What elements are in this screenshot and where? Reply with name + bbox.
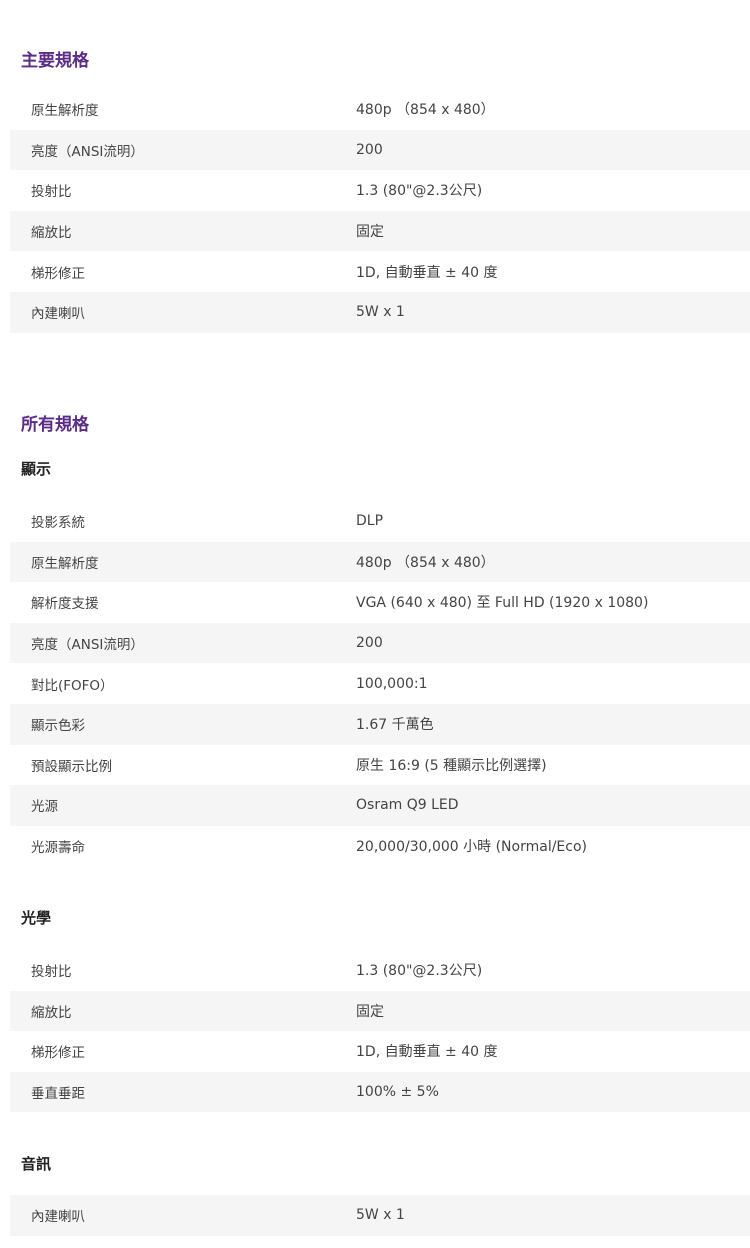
spec-value: 100% ± 5% — [356, 1084, 439, 1101]
table-row: 投射比 1.3 (80"@2.3公尺) — [10, 950, 750, 991]
spec-value: VGA (640 x 480) 至 Full HD (1920 x 1080) — [356, 595, 649, 612]
table-row: 縮放比 固定 — [10, 990, 750, 1032]
spec-label: 原生解析度 — [31, 555, 99, 572]
table-row: 投影系統 DLP — [10, 501, 750, 542]
spec-value: 原生 16:9 (5 種顯示比例選擇) — [356, 757, 547, 774]
spec-label: 縮放比 — [31, 225, 72, 242]
table-row: 縮放比 固定 — [10, 210, 750, 252]
display-specs-table: 投影系統 DLP 原生解析度 480p （854 x 480） 解析度支援 VG… — [10, 501, 750, 866]
table-row: 內建喇叭 5W x 1 — [10, 291, 750, 333]
spec-label: 光源 — [31, 799, 58, 816]
spec-value: 200 — [356, 635, 383, 652]
table-row: 梯形修正 1D, 自動垂直 ± 40 度 — [10, 251, 750, 292]
spec-value: 1.3 (80"@2.3公尺) — [356, 963, 483, 980]
spec-label: 垂直垂距 — [31, 1086, 85, 1103]
spec-label: 投影系統 — [31, 515, 85, 532]
table-row: 原生解析度 480p （854 x 480） — [10, 89, 750, 130]
table-row: 光源 Osram Q9 LED — [10, 785, 750, 826]
spec-value: 1.3 (80"@2.3公尺) — [356, 183, 483, 200]
spec-label: 投射比 — [31, 184, 72, 201]
spec-value: 固定 — [356, 224, 384, 241]
table-row: 顯示色彩 1.67 千萬色 — [10, 703, 750, 745]
spec-label: 梯形修正 — [31, 265, 85, 282]
spec-value: 5W x 1 — [356, 1207, 405, 1224]
spec-label: 解析度支援 — [31, 596, 99, 613]
table-row: 光源壽命 20,000/30,000 小時 (Normal/Eco) — [10, 826, 750, 867]
spec-value: 200 — [356, 141, 383, 158]
spec-label: 預設顯示比例 — [31, 758, 112, 775]
spec-value: 1D, 自動垂直 ± 40 度 — [356, 264, 498, 281]
spec-value: 5W x 1 — [356, 304, 405, 321]
spec-value: DLP — [356, 513, 384, 530]
main-specs-title: 主要規格 — [21, 51, 89, 71]
spec-label: 內建喇叭 — [31, 306, 85, 323]
spec-label: 光源壽命 — [31, 840, 85, 857]
spec-label: 縮放比 — [31, 1004, 72, 1021]
spec-label: 投射比 — [31, 964, 72, 981]
spec-value: 20,000/30,000 小時 (Normal/Eco) — [356, 839, 587, 856]
spec-value: 100,000:1 — [356, 675, 428, 692]
spec-value: 1D, 自動垂直 ± 40 度 — [356, 1044, 498, 1061]
table-row: 對比(FOFO） 100,000:1 — [10, 663, 750, 704]
spec-label: 顯示色彩 — [31, 718, 85, 735]
table-row: 解析度支援 VGA (640 x 480) 至 Full HD (1920 x … — [10, 582, 750, 623]
table-row: 垂直垂距 100% ± 5% — [10, 1071, 750, 1113]
spec-value: Osram Q9 LED — [356, 797, 459, 814]
audio-group-title: 音訊 — [21, 1155, 52, 1173]
optics-group-title: 光學 — [21, 909, 52, 927]
spec-label: 亮度（ANSI流明） — [31, 143, 144, 160]
spec-label: 梯形修正 — [31, 1045, 85, 1062]
table-row: 原生解析度 480p （854 x 480） — [10, 541, 750, 583]
spec-value: 固定 — [356, 1003, 384, 1020]
table-row: 梯形修正 1D, 自動垂直 ± 40 度 — [10, 1031, 750, 1072]
spec-label: 內建喇叭 — [31, 1209, 85, 1226]
all-specs-title: 所有規格 — [21, 415, 89, 435]
optics-specs-table: 投射比 1.3 (80"@2.3公尺) 縮放比 固定 梯形修正 1D, 自動垂直… — [10, 950, 750, 1113]
audio-specs-table: 內建喇叭 5W x 1 — [10, 1195, 750, 1236]
spec-label: 原生解析度 — [31, 103, 99, 120]
display-group-title: 顯示 — [21, 460, 52, 478]
main-specs-table: 原生解析度 480p （854 x 480） 亮度（ANSI流明） 200 投射… — [10, 89, 750, 333]
table-row: 投射比 1.3 (80"@2.3公尺) — [10, 170, 750, 211]
spec-label: 亮度（ANSI流明） — [31, 637, 144, 654]
spec-value: 1.67 千萬色 — [356, 717, 434, 734]
spec-label: 對比(FOFO） — [31, 677, 114, 694]
table-row: 預設顯示比例 原生 16:9 (5 種顯示比例選擇) — [10, 745, 750, 786]
spec-value: 480p （854 x 480） — [356, 102, 495, 119]
table-row: 內建喇叭 5W x 1 — [10, 1195, 750, 1236]
table-row: 亮度（ANSI流明） 200 — [10, 129, 750, 171]
table-row: 亮度（ANSI流明） 200 — [10, 622, 750, 664]
spec-value: 480p （854 x 480） — [356, 554, 495, 571]
